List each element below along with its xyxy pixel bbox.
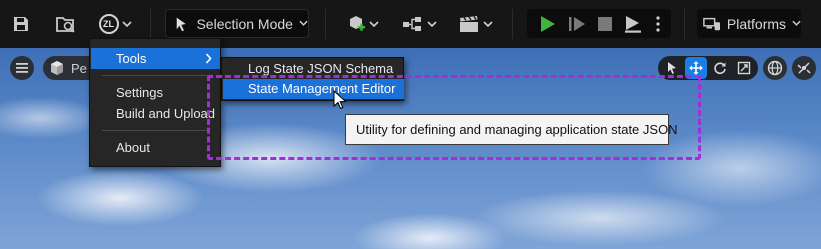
- menu-item-build-and-upload[interactable]: Build and Upload: [91, 103, 220, 124]
- platforms-label: Platforms: [726, 15, 787, 32]
- hamburger-menu-icon: [16, 63, 28, 73]
- surface-snap-icon: [797, 62, 811, 74]
- submenu-item-label: Log State JSON Schema: [248, 61, 394, 76]
- toolbar-divider: [512, 9, 513, 39]
- stop-button[interactable]: [593, 12, 617, 36]
- scale-tool-button[interactable]: [734, 57, 755, 79]
- perspective-label: Pe: [71, 60, 87, 76]
- advance-frame-button[interactable]: [565, 12, 589, 36]
- globe-icon: [767, 60, 783, 76]
- surface-snapping-toggle[interactable]: [792, 56, 816, 80]
- add-actor-button[interactable]: [341, 10, 383, 38]
- chevron-down-icon: [482, 20, 493, 27]
- menu-item-label: Tools: [116, 51, 147, 66]
- toolbar-divider: [684, 9, 685, 39]
- chevron-down-icon: [121, 20, 132, 27]
- cinematics-button[interactable]: [452, 10, 498, 38]
- scale-icon: [738, 61, 751, 75]
- save-button[interactable]: [8, 11, 34, 37]
- zl-badge: ZL: [98, 14, 119, 34]
- mouse-pointer-icon: [333, 90, 347, 110]
- chevron-down-icon: [792, 20, 801, 26]
- toolbar-divider: [325, 9, 326, 39]
- menu-item-tools[interactable]: Tools: [91, 48, 220, 69]
- chevron-down-icon: [299, 20, 308, 26]
- selection-mode-dropdown[interactable]: Selection Mode: [165, 9, 309, 38]
- zl-plugin-menu-button[interactable]: ZL: [94, 10, 136, 38]
- plugin-dropdown-menu: Tools Settings Build and Upload About: [89, 38, 221, 167]
- chevron-right-icon: [205, 48, 212, 75]
- blueprints-button[interactable]: [398, 10, 440, 38]
- play-button[interactable]: [535, 12, 559, 36]
- cursor-arrow-icon: [667, 62, 676, 74]
- tooltip: Utility for defining and managing applic…: [345, 114, 678, 145]
- move-arrows-icon: [688, 61, 703, 75]
- selection-mode-label: Selection Mode: [196, 15, 293, 32]
- platforms-dropdown[interactable]: Platforms: [697, 9, 801, 38]
- eject-button[interactable]: [621, 12, 645, 36]
- toolbar-divider: [150, 9, 151, 39]
- viewport-options-button[interactable]: [10, 56, 34, 80]
- world-space-toggle[interactable]: [763, 56, 787, 80]
- menu-divider: [102, 75, 210, 76]
- content-browser-icon: [56, 17, 75, 33]
- rotate-tool-button[interactable]: [710, 57, 731, 79]
- menu-item-label: About: [116, 140, 150, 155]
- play-options-button[interactable]: [651, 12, 665, 36]
- clapperboard-icon: [459, 16, 478, 32]
- perspective-cube-icon: [51, 61, 63, 75]
- menu-item-settings[interactable]: Settings: [91, 82, 220, 103]
- play-controls: [527, 9, 671, 38]
- tooltip-text: Utility for defining and managing applic…: [356, 122, 678, 137]
- chevron-down-icon: [426, 20, 437, 27]
- rotate-icon: [714, 62, 726, 75]
- chevron-down-icon: [368, 20, 379, 27]
- kebab-menu-icon: [656, 16, 660, 32]
- play-icon: [541, 16, 555, 32]
- menu-item-label: Build and Upload: [116, 106, 216, 121]
- platforms-icon: [703, 17, 721, 30]
- content-browser-button[interactable]: [52, 11, 80, 37]
- advance-frame-icon: [569, 17, 585, 31]
- blueprint-icon: [402, 17, 421, 31]
- stop-icon: [598, 17, 612, 31]
- menu-item-label: Settings: [116, 85, 163, 100]
- menu-divider: [102, 130, 210, 131]
- save-icon: [14, 17, 28, 31]
- menu-item-about[interactable]: About: [91, 137, 220, 158]
- add-actor-icon: [349, 16, 365, 31]
- selection-mode-icon: [176, 17, 186, 31]
- eject-icon: [625, 16, 641, 33]
